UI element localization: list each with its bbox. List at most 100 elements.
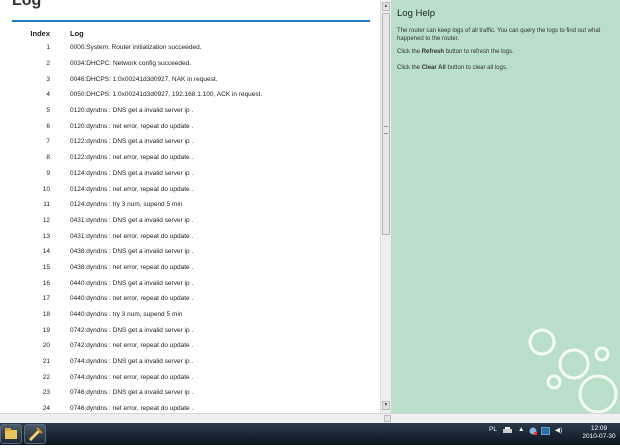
table-row: 2 0034:DHCPC: Network config succeeded. [0, 56, 380, 72]
row-index: 3 [46, 75, 50, 83]
help-paragraph-refresh: Click the Refresh button to refresh the … [397, 49, 514, 55]
row-index: 6 [46, 122, 50, 130]
log-entry: 0742:dyndns : net error, repeat do updat… [70, 342, 194, 350]
printer-icon[interactable] [503, 427, 512, 436]
system-clock[interactable]: 12:09 2010-07-30 [580, 425, 618, 441]
vertical-scrollbar[interactable]: ▲ ▼ [380, 0, 391, 413]
row-index: 19 [42, 326, 50, 334]
log-entry: 0122:dyndns : DNS get a invalid server i… [70, 138, 194, 146]
row-index: 21 [42, 358, 50, 366]
table-row: 5 0120:dyndns : DNS get a invalid server … [0, 103, 380, 119]
column-header-index: Index [30, 28, 50, 38]
row-index: 9 [46, 169, 50, 177]
log-entry: 0438:dyndns : net error, repeat do updat… [70, 263, 194, 271]
row-index: 5 [46, 107, 50, 115]
table-row: 13 0431:dyndns : net error, repeat do upd… [0, 228, 380, 244]
action-center-icon[interactable] [541, 427, 550, 437]
table-row: 8 0122:dyndns : net error, repeat do upda… [0, 150, 380, 166]
title-divider [12, 20, 370, 22]
page-title: Log [12, 0, 42, 9]
log-entry: 0124:dyndns : try 3 num, supend 5 min [70, 201, 183, 209]
log-entry: 0746:dyndns : net error, repeat do updat… [70, 405, 194, 413]
log-entry: 0034:DHCPC: Network config succeeded. [70, 60, 192, 68]
decorative-circles-icon [528, 328, 618, 413]
table-row: 12 0431:dyndns : DNS get a invalid server… [0, 213, 380, 229]
log-entry: 0046:DHCPS: 1:0x00241d3d0927, NAK in req… [70, 75, 218, 83]
row-index: 24 [42, 405, 50, 413]
row-index: 11 [43, 201, 50, 209]
table-row: 3 0046:DHCPS: 1:0x00241d3d0927, NAK in re… [0, 71, 380, 87]
help-title: Log Help [397, 8, 436, 19]
row-index: 14 [42, 248, 50, 256]
log-entry: 0440:dyndns : try 3 num, supend 5 min [70, 311, 183, 319]
log-entry: 0744:dyndns : net error, repeat do updat… [70, 373, 194, 381]
table-row: 14 0438:dyndns : DNS get a invalid server… [0, 244, 380, 260]
folder-icon[interactable] [0, 424, 22, 444]
log-entry: 0440:dyndns : net error, repeat do updat… [70, 295, 194, 303]
help-paragraph-intro: The router can keep logs of all traffic.… [397, 28, 601, 42]
table-row: 7 0122:dyndns : DNS get a invalid server … [0, 134, 380, 150]
table-header-row: Index Log [0, 26, 380, 40]
table-row: 1 0000:System: Router initialization succ… [0, 40, 380, 56]
log-entry: 0744:dyndns : DNS get a invalid server i… [70, 358, 194, 366]
row-index: 13 [42, 232, 50, 240]
scrollbar-grip-icon [384, 126, 388, 134]
scrollbar-thumb[interactable] [382, 13, 390, 235]
table-row: 24 0746:dyndns : net error, repeat do upd… [0, 401, 380, 413]
column-header-log: Log [70, 28, 84, 38]
log-entry: 0000:System: Router initialization succe… [70, 44, 202, 52]
row-index: 20 [42, 342, 50, 350]
log-entry: 0124:dyndns : net error, repeat do updat… [70, 185, 194, 193]
help-paragraph-clear: Click the Clear All button to clear all … [397, 65, 508, 71]
clock-date: 2010-07-30 [582, 433, 616, 440]
table-row: 10 0124:dyndns : net error, repeat do upd… [0, 181, 380, 197]
network-icon[interactable] [529, 427, 537, 437]
scroll-down-arrow-icon[interactable]: ▼ [382, 401, 390, 410]
log-entry: 0438:dyndns : DNS get a invalid server i… [70, 248, 194, 256]
row-index: 8 [46, 154, 50, 162]
log-entry: 0120:dyndns : net error, repeat do updat… [70, 122, 194, 130]
log-entry: 0120:dyndns : DNS get a invalid server i… [70, 107, 194, 115]
table-row: 18 0440:dyndns : try 3 num, supend 5 min [0, 307, 380, 323]
row-index: 15 [42, 263, 50, 271]
chevron-up-icon[interactable]: ▲ [518, 426, 524, 433]
help-panel: Log Help The router can keep logs of all… [391, 0, 620, 413]
table-row: 4 0050:DHCPS: 1:0x00241d3d0927, 192.168.1… [0, 87, 380, 103]
row-index: 1 [46, 44, 50, 52]
table-row: 23 0746:dyndns : DNS get a invalid server… [0, 385, 380, 401]
log-entry: 0431:dyndns : net error, repeat do updat… [70, 232, 194, 240]
table-row: 15 0438:dyndns : net error, repeat do upd… [0, 260, 380, 276]
row-index: 12 [42, 216, 50, 224]
table-row: 21 0744:dyndns : DNS get a invalid server… [0, 354, 380, 370]
log-entry: 0746:dyndns : DNS get a invalid server i… [70, 389, 194, 397]
log-entry: 0122:dyndns : net error, repeat do updat… [70, 154, 194, 162]
row-index: 16 [42, 279, 50, 287]
paint-icon[interactable] [24, 424, 46, 444]
row-index: 18 [42, 311, 50, 319]
table-row: 19 0742:dyndns : DNS get a invalid server… [0, 322, 380, 338]
log-entry: 0440:dyndns : DNS get a invalid server i… [70, 279, 194, 287]
log-entry: 0431:dyndns : DNS get a invalid server i… [70, 216, 194, 224]
row-index: 17 [42, 295, 50, 303]
row-index: 2 [46, 60, 50, 68]
table-row: 17 0440:dyndns : net error, repeat do upd… [0, 291, 380, 307]
row-index: 23 [42, 389, 50, 397]
language-indicator[interactable]: PL [489, 426, 497, 433]
clock-time: 12:09 [590, 425, 608, 432]
taskbar: PL ▲ ◀) 12:09 2010-07-30 [0, 423, 620, 445]
table-row: 20 0742:dyndns : net error, repeat do upd… [0, 338, 380, 354]
log-table: Index Log 1 0000:System: Router initializ… [0, 26, 380, 413]
row-index: 4 [46, 91, 50, 99]
log-entry: 0050:DHCPS: 1:0x00241d3d0927, 192.168.1.… [70, 91, 263, 99]
log-table-body: 1 0000:System: Router initialization succ… [0, 40, 380, 413]
scroll-up-arrow-icon[interactable]: ▲ [382, 2, 390, 11]
log-entry: 0742:dyndns : DNS get a invalid server i… [70, 326, 194, 334]
row-index: 22 [42, 373, 50, 381]
table-row: 22 0744:dyndns : net error, repeat do upd… [0, 369, 380, 385]
speaker-icon[interactable]: ◀) [555, 426, 562, 434]
log-entry: 0124:dyndns : DNS get a invalid server i… [70, 169, 194, 177]
log-panel: Log Index Log 1 0000:System: Router initi… [0, 0, 380, 413]
row-index: 10 [42, 185, 50, 193]
table-row: 6 0120:dyndns : net error, repeat do upda… [0, 118, 380, 134]
table-row: 9 0124:dyndns : DNS get a invalid server … [0, 166, 380, 182]
